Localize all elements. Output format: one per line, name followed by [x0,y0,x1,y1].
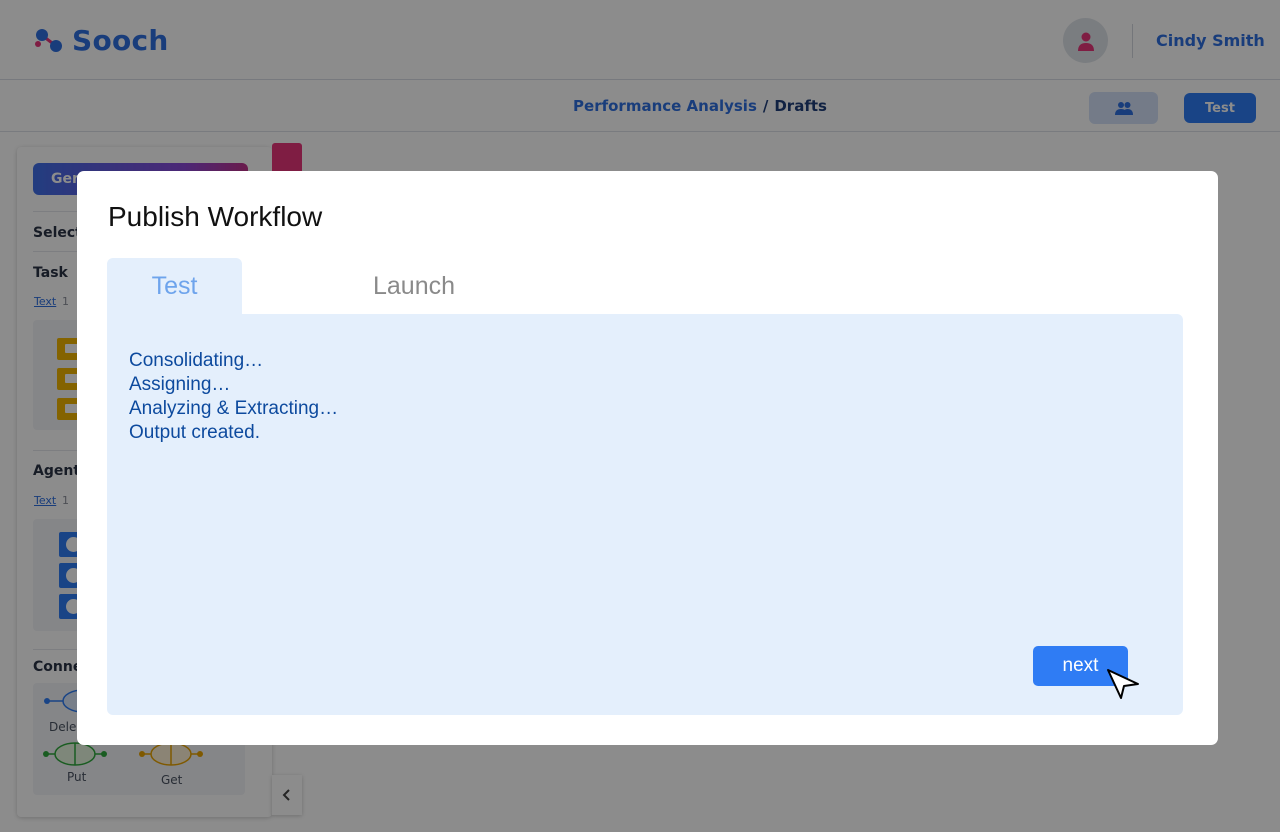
log-line: Consolidating… [129,350,264,371]
dialog-title: Publish Workflow [108,201,323,232]
test-output-panel: Consolidating… Assigning… Analyzing & Ex… [107,314,1183,715]
publish-workflow-dialog: Publish Workflow Test Launch Consolidati… [77,171,1218,745]
mouse-cursor-icon [1107,669,1139,699]
tab-launch[interactable]: Launch [331,258,497,315]
tab-test[interactable]: Test [107,258,242,315]
log-line: Analyzing & Extracting… [129,398,339,419]
log-line: Output created. [129,422,260,443]
log-line: Assigning… [129,374,231,395]
status-log: Consolidating… Assigning… Analyzing & Ex… [129,349,338,445]
